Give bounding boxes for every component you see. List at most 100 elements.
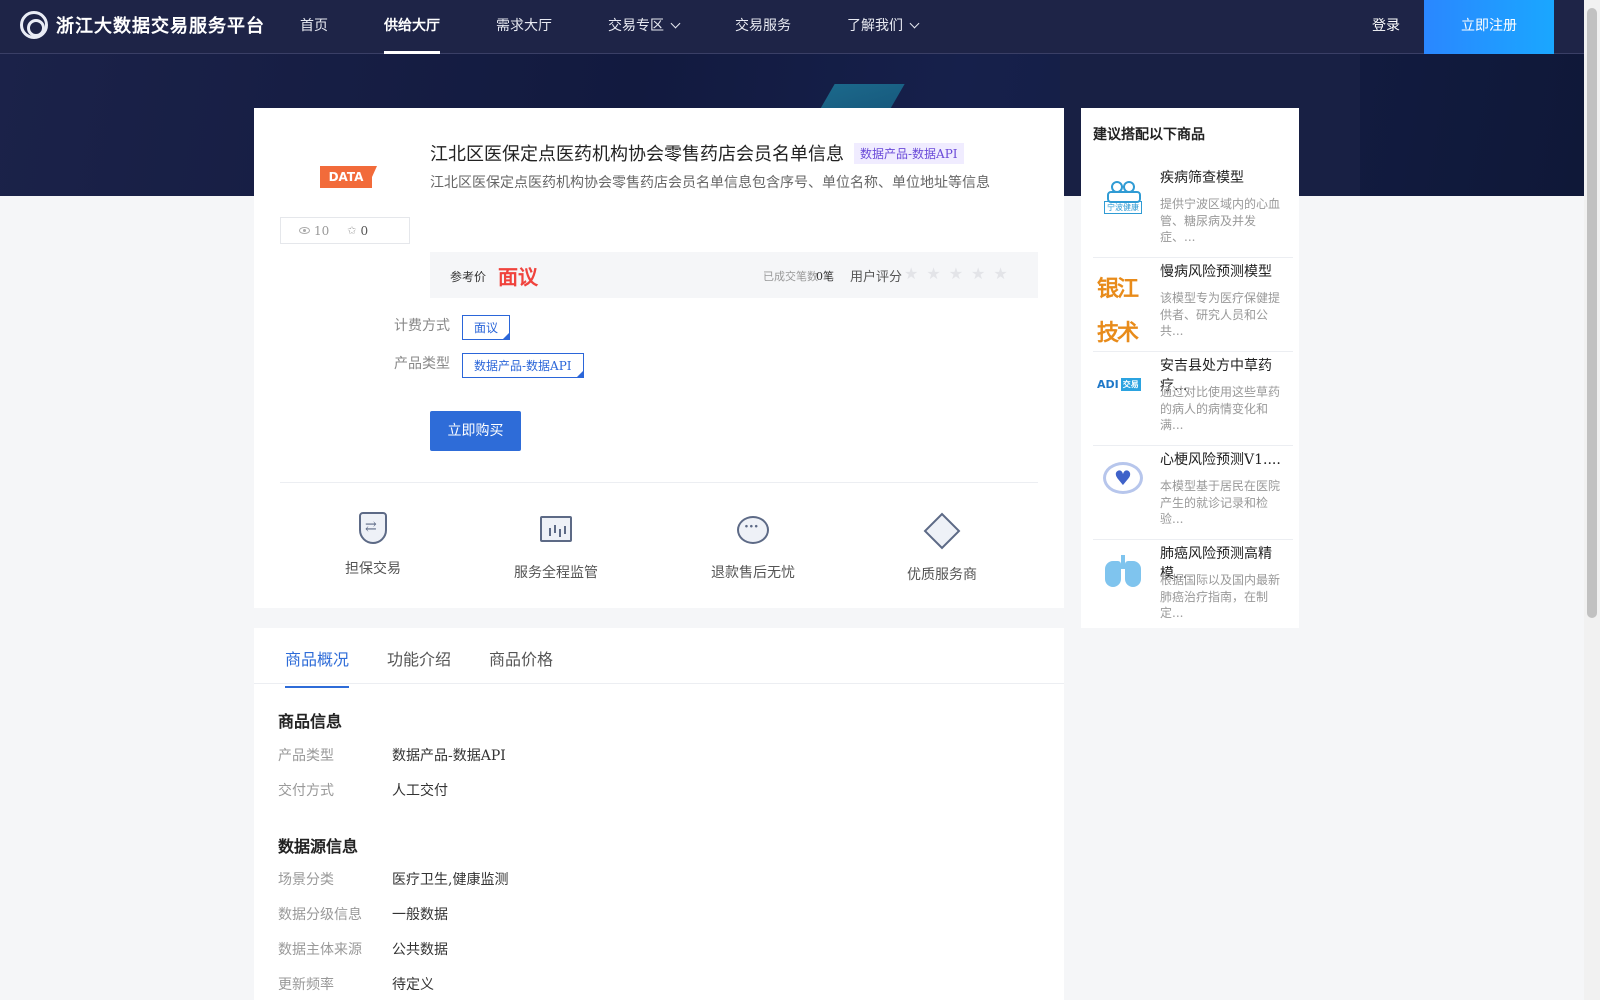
rating-stars: ★★★★★ xyxy=(904,264,1016,283)
section-title-product-info: 商品信息 xyxy=(278,712,343,731)
favorite-count[interactable]: ✩ 0 xyxy=(347,224,368,238)
info-label: 数据主体来源 xyxy=(278,942,362,958)
nav-label: 交易服务 xyxy=(735,18,791,34)
tab-bar: 商品概况 功能介绍 商品价格 xyxy=(254,628,1064,688)
nav-about-us[interactable]: 了解我们 xyxy=(847,0,920,54)
nav-trade-service[interactable]: 交易服务 xyxy=(735,0,791,54)
nav-label: 首页 xyxy=(300,18,328,34)
nav-demand-hall[interactable]: 需求大厅 xyxy=(496,0,552,54)
recommended-item[interactable]: 肺癌风险预测高精模... 根据国际以及国内最新肺癌治疗指南，在制定... xyxy=(1093,540,1293,634)
sidebar-title: 建议搭配以下商品 xyxy=(1093,127,1205,143)
info-label: 交付方式 xyxy=(278,783,334,799)
feature-quality-provider: 优质服务商 xyxy=(882,512,1002,584)
billing-option[interactable]: 面议 xyxy=(462,315,511,340)
shield-exchange-icon xyxy=(359,512,387,544)
site-logo[interactable]: 浙江大数据交易服务平台 xyxy=(20,11,265,39)
feature-icon-wrap xyxy=(735,516,771,552)
login-link[interactable]: 登录 xyxy=(1372,0,1400,52)
product-type-option[interactable]: 数据产品-数据API xyxy=(462,353,584,378)
nav-label: 了解我们 xyxy=(847,18,903,34)
product-title: 江北区医保定点医药机构协会零售药店会员名单信息 xyxy=(430,144,844,165)
feature-guarantee: 担保交易 xyxy=(313,512,433,578)
feature-icon-wrap xyxy=(923,512,961,554)
recommended-item[interactable]: ♥ 心梗风险预测V1.... 本模型基于居民在医院产生的就诊记录和检验... xyxy=(1093,446,1293,540)
billing-label: 计费方式 xyxy=(394,318,450,334)
price-label: 参考价 xyxy=(450,270,487,284)
info-value: 人工交付 xyxy=(392,783,448,799)
product-logo xyxy=(1097,550,1149,594)
recommended-item-name[interactable]: 疾病筛查模型 xyxy=(1160,168,1286,188)
title-row: 江北区医保定点医药机构协会零售药店会员名单信息 数据产品-数据API xyxy=(430,140,964,166)
monitor-chart-icon xyxy=(540,516,572,542)
product-logo: 银江技术 xyxy=(1097,277,1139,346)
transactions-count: 0笔 xyxy=(816,270,834,283)
star-outline-icon: ✩ xyxy=(347,224,357,237)
divider xyxy=(280,482,1038,483)
tab-pricing[interactable]: 商品价格 xyxy=(489,646,553,686)
info-value: 待定义 xyxy=(392,977,434,993)
heart-ring-icon: ♥ xyxy=(1103,462,1143,494)
tab-features[interactable]: 功能介绍 xyxy=(387,646,451,686)
rating-label: 用户评分 xyxy=(850,270,903,285)
feature-label: 服务全程监管 xyxy=(514,565,598,581)
feature-label: 担保交易 xyxy=(345,561,401,577)
logo-badge: 交易 xyxy=(1120,377,1141,391)
section-title-data-source: 数据源信息 xyxy=(278,837,359,856)
price-box: 参考价 面议 已成交笔数 0笔 用户评分 ★★★★★ xyxy=(430,252,1038,298)
recommended-item-desc: 通过对比使用这些草药的病人的病情变化和满... xyxy=(1160,385,1281,432)
nav-home[interactable]: 首页 xyxy=(300,0,328,54)
info-value: 一般数据 xyxy=(392,907,448,923)
buy-now-button[interactable]: 立即购买 xyxy=(430,411,521,451)
logo-text: ADI xyxy=(1097,377,1119,391)
network-logo-icon xyxy=(1103,179,1143,203)
view-count: 10 xyxy=(299,224,329,238)
nav-trade-zone[interactable]: 交易专区 xyxy=(608,0,681,54)
feature-icon-wrap xyxy=(538,516,574,552)
chat-bubble-icon xyxy=(737,516,769,544)
tab-overview[interactable]: 商品概况 xyxy=(285,646,350,688)
page-scrollbar[interactable] xyxy=(1584,0,1600,1000)
nav-label: 供给大厅 xyxy=(384,18,440,34)
product-detail-card: DATA 10 ✩ 0 江北区医保定点医药机构协会零售药店会员名单信息 数据产品… xyxy=(254,108,1064,608)
data-badge: DATA xyxy=(320,166,377,188)
feature-label: 优质服务商 xyxy=(907,567,977,583)
recommended-item[interactable]: 宁波健康 疾病筛查模型 提供宁波区域内的心血管、糖尿病及并发症、... xyxy=(1093,164,1293,258)
chevron-down-icon xyxy=(909,18,920,29)
heart-icon: ♥ xyxy=(1114,466,1132,490)
recommended-item-name[interactable]: 慢病风险预测模型 xyxy=(1160,262,1286,282)
transactions-label: 已成交笔数 xyxy=(763,270,818,283)
view-count-value: 10 xyxy=(314,223,330,238)
top-navbar: 浙江大数据交易服务平台 首页 供给大厅 需求大厅 交易专区 交易服务 了解我们 … xyxy=(0,0,1584,54)
nav-label: 交易专区 xyxy=(608,18,664,34)
recommendation-sidebar: 建议搭配以下商品 宁波健康 疾病筛查模型 提供宁波区域内的心血管、糖尿病及并发症… xyxy=(1081,108,1299,628)
product-info-panel: 商品概况 功能介绍 商品价格 商品信息 产品类型 数据产品-数据API 交付方式… xyxy=(254,628,1064,1000)
feature-label: 退款售后无忧 xyxy=(711,565,795,581)
info-label: 数据分级信息 xyxy=(278,907,362,923)
recommended-item[interactable]: ADI 交易 安吉县处方中草药疗... 通过对比使用这些草药的病人的病情变化和满… xyxy=(1093,352,1293,446)
nav-supply-hall[interactable]: 供给大厅 xyxy=(384,0,440,54)
logo-icon xyxy=(20,11,48,39)
product-type-tag: 数据产品-数据API xyxy=(854,142,964,164)
recommended-item-desc: 提供宁波区域内的心血管、糖尿病及并发症、... xyxy=(1160,197,1281,244)
product-logo: ADI 交易 xyxy=(1097,362,1149,406)
info-label: 更新频率 xyxy=(278,977,334,993)
info-value: 数据产品-数据API xyxy=(392,748,506,764)
feature-supervision: 服务全程监管 xyxy=(496,512,616,582)
scrollbar-thumb[interactable] xyxy=(1587,8,1597,618)
logo-text: 浙江大数据交易服务平台 xyxy=(56,16,265,37)
info-value: 公共数据 xyxy=(392,942,448,958)
info-label: 产品类型 xyxy=(278,748,334,764)
product-logo: ♥ xyxy=(1097,456,1149,500)
lungs-icon xyxy=(1103,555,1143,589)
product-stats: 10 ✩ 0 xyxy=(280,217,410,244)
product-type-label: 产品类型 xyxy=(394,356,450,372)
recommended-item-desc: 本模型基于居民在医院产生的就诊记录和检验... xyxy=(1160,479,1281,526)
price-value: 面议 xyxy=(498,265,538,289)
product-description: 江北区医保定点医药机构协会零售药店会员名单信息包含序号、单位名称、单位地址等信息 xyxy=(430,175,990,191)
diamond-icon xyxy=(923,512,961,550)
recommended-item-name[interactable]: 心梗风险预测V1.... xyxy=(1160,450,1286,470)
recommended-item[interactable]: 银江技术 慢病风险预测模型 该模型专为医疗保健提供者、研究人员和公共... xyxy=(1093,258,1293,352)
info-value: 医疗卫生,健康监测 xyxy=(392,872,509,888)
register-button[interactable]: 立即注册 xyxy=(1424,0,1554,54)
favorite-count-value: 0 xyxy=(360,223,369,238)
